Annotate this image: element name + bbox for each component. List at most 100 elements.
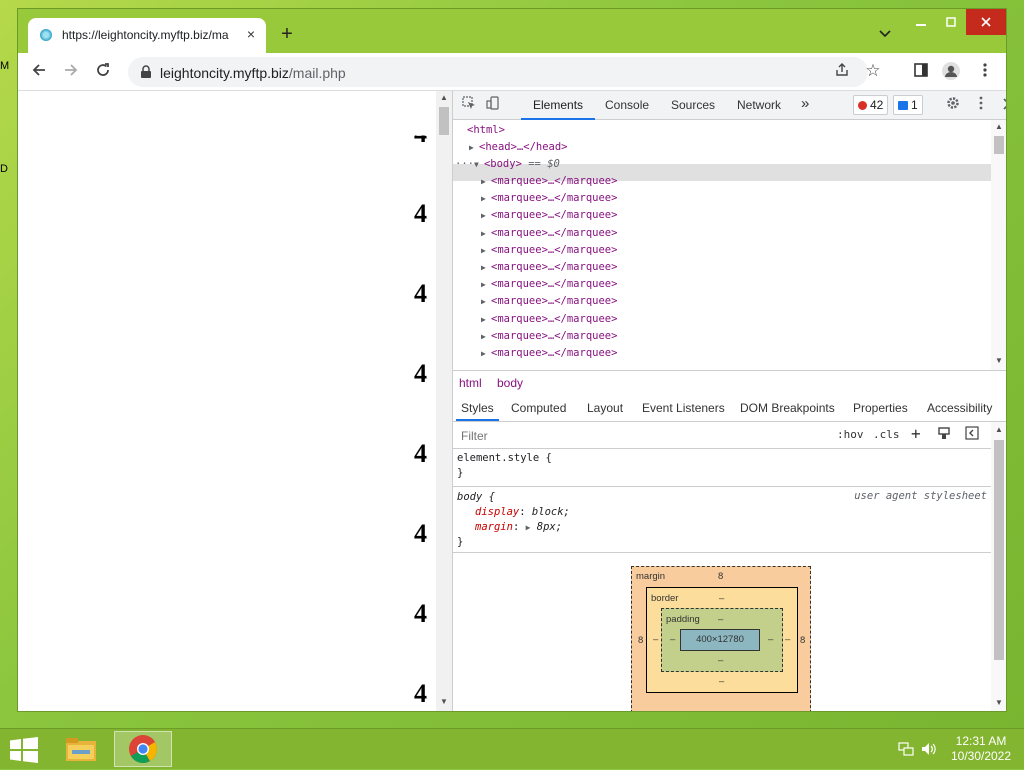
styles-scrollbar[interactable]: ▲ ▼ bbox=[991, 422, 1006, 711]
dom-node-marquee[interactable]: ▶ <marquee>…</marquee> bbox=[481, 207, 617, 224]
minimize-button[interactable] bbox=[906, 9, 936, 35]
toggle-sidebar-icon[interactable] bbox=[965, 426, 979, 443]
box-model-margin-right[interactable]: 8 bbox=[800, 635, 805, 646]
network-icon[interactable] bbox=[898, 741, 914, 757]
bookmark-star-icon[interactable]: ☆ bbox=[862, 60, 884, 82]
expand-triangle-icon[interactable]: ▶ bbox=[481, 345, 491, 362]
url-text[interactable]: leightoncity.myftp.biz/mail.php bbox=[160, 65, 346, 81]
box-model-padding-right[interactable]: – bbox=[768, 634, 773, 645]
tab-search-icon[interactable] bbox=[876, 25, 894, 43]
box-model-border-bottom[interactable]: – bbox=[719, 676, 724, 687]
forward-arrow-icon[interactable] bbox=[60, 61, 82, 83]
reload-icon[interactable] bbox=[92, 61, 114, 83]
tab-dom-breakpoints[interactable]: DOM Breakpoints bbox=[740, 401, 835, 415]
dom-scrollbar[interactable]: ▲ ▼ bbox=[991, 120, 1006, 370]
box-model-margin-top[interactable]: 8 bbox=[718, 571, 723, 582]
settings-gear-icon[interactable] bbox=[943, 95, 963, 115]
close-window-button[interactable] bbox=[966, 9, 1006, 35]
dom-tree[interactable]: <html> ▶ <head>…</head> ···▼ <body> == $0 … bbox=[453, 120, 991, 370]
browser-tab[interactable]: https://leightoncity.myftp.biz/ma × bbox=[28, 18, 266, 53]
customize-kebab-icon[interactable] bbox=[971, 95, 991, 115]
tab-accessibility[interactable]: Accessibility bbox=[927, 401, 992, 415]
css-property[interactable]: margin: ▶ 8px; bbox=[475, 520, 562, 535]
more-tabs-icon[interactable]: » bbox=[801, 95, 809, 112]
tab-network[interactable]: Network bbox=[737, 98, 781, 112]
dom-node-head[interactable]: ▶ <head>…</head> bbox=[469, 139, 568, 156]
dom-node-marquee[interactable]: ▶ <marquee>…</marquee> bbox=[481, 293, 617, 310]
styles-filter-input[interactable] bbox=[459, 428, 823, 444]
side-panel-icon[interactable] bbox=[910, 61, 932, 83]
tab-console[interactable]: Console bbox=[605, 98, 649, 112]
dom-node-marquee[interactable]: ▶ <marquee>…</marquee> bbox=[481, 259, 617, 276]
collapse-triangle-icon[interactable]: ▼ bbox=[474, 156, 484, 173]
cls-toggle-button[interactable]: .cls bbox=[873, 428, 900, 441]
box-model-padding[interactable]: padding – – – – 400×12780 bbox=[661, 608, 783, 672]
tab-elements[interactable]: Elements bbox=[520, 98, 596, 120]
expand-triangle-icon[interactable]: ▶ bbox=[481, 207, 491, 224]
close-devtools-icon[interactable] bbox=[999, 95, 1006, 115]
box-model-padding-top[interactable]: – bbox=[718, 614, 723, 625]
expand-triangle-icon[interactable]: ▶ bbox=[481, 293, 491, 310]
element-state-icon[interactable] bbox=[937, 426, 951, 443]
dom-node-marquee[interactable]: ▶ <marquee>…</marquee> bbox=[481, 311, 617, 328]
tab-sources[interactable]: Sources bbox=[671, 98, 715, 112]
tab-close-button[interactable]: × bbox=[242, 25, 260, 43]
box-model-margin[interactable]: margin 8 8 8 border – – – – padding – – … bbox=[631, 566, 811, 711]
file-explorer-icon[interactable] bbox=[52, 731, 110, 767]
dom-node-marquee[interactable]: ▶ <marquee>…</marquee> bbox=[481, 225, 617, 242]
dom-node-marquee[interactable]: ▶ <marquee>…</marquee> bbox=[481, 328, 617, 345]
expand-triangle-icon[interactable]: ▶ bbox=[481, 276, 491, 293]
body-rule-selector[interactable]: body { bbox=[457, 490, 495, 505]
breadcrumb-html[interactable]: html bbox=[459, 376, 482, 390]
dom-node-marquee[interactable]: ▶ <marquee>…</marquee> bbox=[481, 276, 617, 293]
system-clock[interactable]: 12:31 AM 10/30/2022 bbox=[940, 734, 1022, 764]
dom-node-marquee[interactable]: ▶ <marquee>…</marquee> bbox=[481, 173, 617, 190]
dom-node-marquee[interactable]: ▶ <marquee>…</marquee> bbox=[481, 242, 617, 259]
new-tab-button[interactable]: + bbox=[276, 23, 298, 45]
menu-kebab-icon[interactable] bbox=[974, 61, 996, 83]
dom-node-html[interactable]: <html> bbox=[467, 122, 505, 139]
box-model-border-left[interactable]: – bbox=[653, 634, 658, 645]
dom-node-marquee[interactable]: ▶ <marquee>…</marquee> bbox=[481, 190, 617, 207]
box-model-border-right[interactable]: – bbox=[785, 634, 790, 645]
element-style-rule[interactable]: element.style { } bbox=[453, 448, 991, 487]
device-toolbar-icon[interactable] bbox=[483, 95, 503, 115]
expand-triangle-icon[interactable]: ▶ bbox=[481, 225, 491, 242]
maximize-button[interactable] bbox=[936, 9, 966, 35]
tab-layout[interactable]: Layout bbox=[587, 401, 623, 415]
dom-node-marquee[interactable]: ▶ <marquee>…</marquee> bbox=[481, 345, 617, 362]
scroll-down-arrow-icon[interactable]: ▼ bbox=[994, 356, 1004, 366]
chrome-taskbar-icon[interactable] bbox=[114, 731, 172, 767]
css-property[interactable]: display: block; bbox=[475, 505, 570, 520]
expand-triangle-icon[interactable]: ▶ bbox=[481, 173, 491, 190]
hov-toggle-button[interactable]: :hov bbox=[837, 428, 864, 441]
expand-triangle-icon[interactable]: ▶ bbox=[481, 242, 491, 259]
expand-triangle-icon[interactable]: ▶ bbox=[481, 328, 491, 345]
page-scrollbar[interactable]: ▲ ▼ bbox=[436, 91, 452, 711]
tab-computed[interactable]: Computed bbox=[511, 401, 566, 415]
box-model-padding-bottom[interactable]: – bbox=[718, 655, 723, 666]
new-style-rule-icon[interactable]: + bbox=[911, 424, 921, 443]
message-count-badge[interactable]: 1 bbox=[893, 95, 923, 115]
back-arrow-icon[interactable] bbox=[28, 61, 50, 83]
box-model-padding-left[interactable]: – bbox=[670, 634, 675, 645]
address-bar[interactable]: leightoncity.myftp.biz/mail.php ☆ bbox=[128, 57, 881, 87]
expand-triangle-icon[interactable]: ▶ bbox=[526, 523, 531, 532]
inspect-element-icon[interactable] bbox=[459, 95, 479, 115]
tab-properties[interactable]: Properties bbox=[853, 401, 908, 415]
expand-triangle-icon[interactable]: ▶ bbox=[481, 190, 491, 207]
tab-styles[interactable]: Styles bbox=[456, 401, 499, 421]
dom-node-body[interactable]: ···▼ <body> == $0 bbox=[455, 156, 560, 173]
scroll-thumb[interactable] bbox=[994, 440, 1004, 660]
scroll-down-arrow-icon[interactable]: ▼ bbox=[994, 698, 1004, 708]
box-model-border[interactable]: border – – – – padding – – – – 400×12780 bbox=[646, 587, 798, 693]
scroll-down-arrow-icon[interactable]: ▼ bbox=[439, 697, 449, 707]
volume-icon[interactable] bbox=[920, 741, 936, 757]
windows-start-icon[interactable] bbox=[10, 737, 38, 763]
body-style-rule[interactable]: body { user agent stylesheet display: bl… bbox=[453, 487, 991, 553]
lock-icon[interactable] bbox=[138, 64, 154, 80]
expand-triangle-icon[interactable]: ▶ bbox=[481, 259, 491, 276]
scroll-up-arrow-icon[interactable]: ▲ bbox=[994, 122, 1004, 132]
scroll-thumb[interactable] bbox=[994, 136, 1004, 154]
expand-triangle-icon[interactable]: ▶ bbox=[481, 311, 491, 328]
